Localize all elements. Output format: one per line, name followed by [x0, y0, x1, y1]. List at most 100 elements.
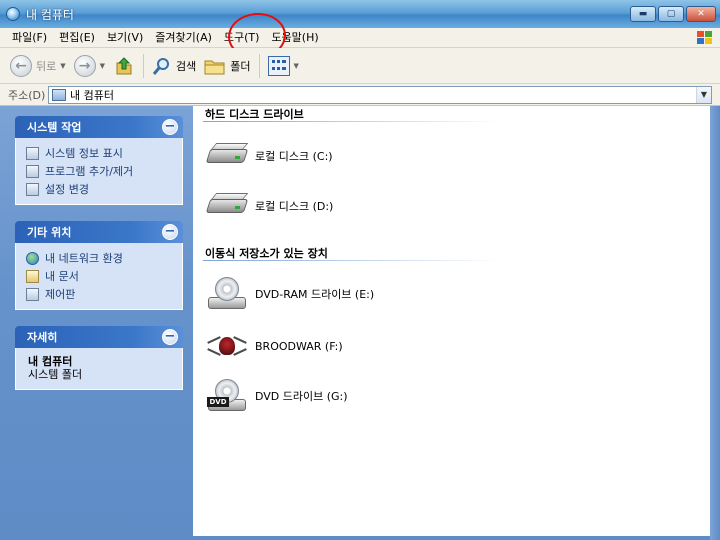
- window-bottom-edge: [193, 536, 710, 540]
- menu-file[interactable]: 파일(F): [6, 28, 53, 48]
- system-tasks-body: 시스템 정보 표시 프로그램 추가/제거 설정 변경: [15, 138, 183, 205]
- collapse-icon[interactable]: −: [162, 224, 178, 240]
- drive-label: BROODWAR (F:): [255, 339, 343, 353]
- up-folder-icon: [116, 56, 132, 74]
- window-controls: ▬ ▢ ✕: [630, 6, 716, 22]
- forward-button[interactable]: → ▼: [70, 51, 109, 81]
- hard-disks-heading: 하드 디스크 드라이브: [205, 108, 304, 121]
- address-bar: 주소(D) 내 컴퓨터 ▼: [0, 84, 720, 106]
- system-info-icon: [26, 146, 39, 160]
- drive-f[interactable]: BROODWAR (F:): [205, 326, 343, 366]
- drive-label: 로컬 디스크 (C:): [255, 150, 333, 163]
- system-tasks-header[interactable]: 시스템 작업 −: [15, 116, 183, 138]
- menu-favorites[interactable]: 즐겨찾기(A): [149, 28, 218, 48]
- place-control-panel[interactable]: 제어판: [26, 285, 174, 303]
- cd-drive-icon: [205, 277, 249, 311]
- views-button[interactable]: ▼: [264, 51, 303, 81]
- group-divider: [203, 121, 503, 122]
- search-icon: [152, 57, 170, 75]
- menu-view[interactable]: 보기(V): [101, 28, 149, 48]
- search-button[interactable]: 검색: [148, 51, 200, 81]
- address-label: 주소(D): [8, 88, 46, 102]
- other-places-title: 기타 위치: [27, 226, 72, 239]
- hard-disk-icon: [205, 189, 249, 223]
- window-right-edge: [710, 106, 720, 540]
- details-name: 내 컴퓨터: [28, 355, 73, 368]
- add-remove-programs-icon: [26, 164, 39, 178]
- address-value: 내 컴퓨터: [70, 89, 114, 102]
- broodwar-disc-icon: [205, 329, 249, 363]
- drive-e[interactable]: DVD-RAM 드라이브 (E:): [205, 274, 374, 314]
- dvd-drive-icon: DVD: [205, 379, 249, 413]
- details-header[interactable]: 자세히 −: [15, 326, 183, 348]
- drive-g[interactable]: DVD DVD 드라이브 (G:): [205, 376, 348, 416]
- my-computer-icon: [52, 89, 66, 101]
- back-arrow-icon: ←: [10, 54, 32, 77]
- folders-label: 폴더: [230, 59, 251, 73]
- details-title: 자세히: [27, 331, 58, 344]
- place-label: 제어판: [45, 288, 76, 301]
- collapse-icon[interactable]: −: [162, 329, 178, 345]
- drive-c[interactable]: 로컬 디스크 (C:): [205, 136, 333, 176]
- views-dropdown-icon: ▼: [293, 61, 299, 70]
- search-label: 검색: [176, 59, 197, 73]
- system-tasks-title: 시스템 작업: [27, 121, 82, 134]
- place-label: 내 네트워크 환경: [45, 252, 123, 265]
- control-panel-icon: [26, 287, 39, 301]
- place-my-documents[interactable]: 내 문서: [26, 267, 174, 285]
- folder-icon: [204, 60, 225, 74]
- system-tasks-panel: 시스템 작업 − 시스템 정보 표시 프로그램 추가/제거 설정 변경: [15, 116, 183, 205]
- close-button[interactable]: ✕: [686, 6, 716, 22]
- collapse-icon[interactable]: −: [162, 119, 178, 135]
- address-dropdown-icon[interactable]: ▼: [696, 87, 711, 103]
- task-add-remove-programs[interactable]: 프로그램 추가/제거: [26, 162, 174, 180]
- toolbar-separator: [143, 53, 145, 78]
- other-places-header[interactable]: 기타 위치 −: [15, 221, 183, 243]
- task-label: 설정 변경: [45, 183, 89, 196]
- toolbar-separator: [258, 53, 260, 78]
- other-places-panel: 기타 위치 − 내 네트워크 환경 내 문서 제어판: [15, 221, 183, 310]
- forward-arrow-icon: →: [73, 54, 96, 77]
- task-view-system-info[interactable]: 시스템 정보 표시: [26, 144, 174, 162]
- drive-label: 로컬 디스크 (D:): [255, 200, 334, 213]
- place-label: 내 문서: [45, 270, 79, 283]
- my-computer-icon: [6, 7, 20, 21]
- drive-label: DVD-RAM 드라이브 (E:): [255, 288, 375, 301]
- views-icon: [267, 55, 290, 76]
- forward-dropdown-icon: ▼: [99, 61, 106, 70]
- folders-button[interactable]: 폴더: [200, 51, 254, 81]
- menu-bar: 파일(F) 편집(E) 보기(V) 즐겨찾기(A) 도구(T) 도움말(H): [0, 28, 720, 48]
- title-bar: 내 컴퓨터 ▬ ▢ ✕: [0, 0, 720, 28]
- details-type: 시스템 폴더: [28, 368, 83, 381]
- back-button[interactable]: ← 뒤로 ▼: [6, 51, 70, 81]
- group-divider: [203, 260, 503, 261]
- windows-logo-icon: [696, 30, 714, 46]
- removable-heading: 이동식 저장소가 있는 장치: [205, 247, 328, 260]
- task-label: 시스템 정보 표시: [45, 147, 123, 160]
- settings-icon: [26, 182, 39, 196]
- details-body: 내 컴퓨터 시스템 폴더: [15, 348, 183, 390]
- toolbar: ← 뒤로 ▼ → ▼ 검색 폴더 ▼: [0, 48, 720, 84]
- menu-edit[interactable]: 편집(E): [53, 28, 101, 48]
- dvd-badge: DVD: [207, 397, 229, 407]
- up-folder-button[interactable]: [109, 51, 139, 81]
- file-view: 하드 디스크 드라이브 로컬 디스크 (C:) 로컬 디스크 (D:) 이동식 …: [193, 106, 710, 536]
- menu-tools[interactable]: 도구(T): [218, 28, 266, 48]
- address-field[interactable]: 내 컴퓨터 ▼: [48, 86, 712, 104]
- other-places-body: 내 네트워크 환경 내 문서 제어판: [15, 243, 183, 310]
- drive-d[interactable]: 로컬 디스크 (D:): [205, 186, 333, 226]
- hard-disk-icon: [205, 139, 249, 173]
- task-label: 프로그램 추가/제거: [45, 165, 134, 178]
- network-icon: [26, 251, 39, 265]
- task-change-settings[interactable]: 설정 변경: [26, 180, 174, 198]
- window-title: 내 컴퓨터: [26, 7, 74, 22]
- details-panel: 자세히 − 내 컴퓨터 시스템 폴더: [15, 326, 183, 390]
- my-documents-icon: [26, 269, 39, 283]
- place-my-network[interactable]: 내 네트워크 환경: [26, 249, 174, 267]
- maximize-button[interactable]: ▢: [658, 6, 684, 22]
- menu-help[interactable]: 도움말(H): [265, 28, 324, 48]
- drive-label: DVD 드라이브 (G:): [255, 390, 348, 403]
- task-pane: 시스템 작업 − 시스템 정보 표시 프로그램 추가/제거 설정 변경 기타 위…: [0, 106, 193, 540]
- minimize-button[interactable]: ▬: [630, 6, 656, 22]
- back-label: 뒤로: [36, 59, 57, 73]
